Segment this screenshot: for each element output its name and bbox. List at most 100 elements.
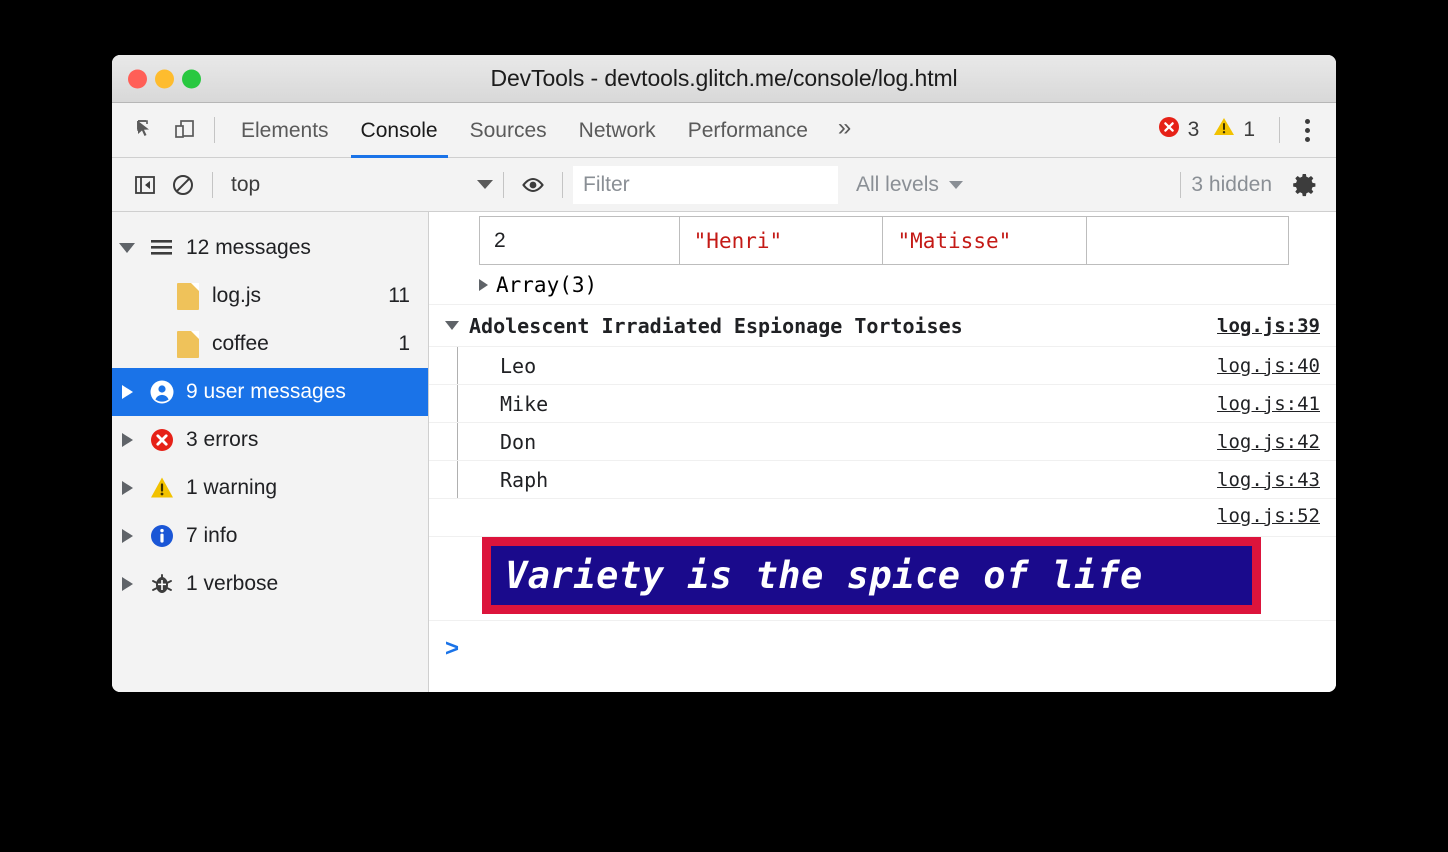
file-icon <box>168 331 208 358</box>
close-window-button[interactable] <box>128 69 147 88</box>
console-message-text: Leo <box>500 354 536 378</box>
console-message-text: Don <box>500 430 536 454</box>
sidebar-item-label: 12 messages <box>182 236 410 260</box>
sidebar-item-label: 7 info <box>182 524 410 548</box>
chevron-right-icon[interactable] <box>112 433 142 447</box>
gear-icon[interactable] <box>1286 166 1324 204</box>
chevron-right-icon[interactable] <box>112 481 142 495</box>
group-guide-line <box>457 461 458 498</box>
console-toolbar-divider-1 <box>212 172 213 198</box>
source-link[interactable]: log.js:52 <box>1217 505 1320 527</box>
chevron-right-icon[interactable] <box>112 385 142 399</box>
sidebar-item-errors[interactable]: 3 errors <box>112 416 428 464</box>
log-levels-selector[interactable]: All levels <box>838 173 981 197</box>
console-split: 12 messages log.js 11 coffee 1 <box>112 212 1336 692</box>
source-link[interactable]: log.js:41 <box>1217 393 1320 415</box>
error-icon <box>142 426 182 454</box>
chevron-down-icon[interactable] <box>112 243 142 253</box>
console-table-wrapper: 2 "Henri" "Matisse" <box>429 216 1336 265</box>
inspect-element-icon[interactable] <box>128 111 166 149</box>
sidebar-item-info[interactable]: 7 info <box>112 512 428 560</box>
group-guide-line <box>457 423 458 460</box>
window-title: DevTools - devtools.glitch.me/console/lo… <box>112 65 1336 92</box>
tab-sources[interactable]: Sources <box>454 103 563 158</box>
sidebar-item-label: log.js <box>208 284 388 308</box>
styled-message-link-row: log.js:52 <box>429 499 1336 537</box>
console-toolbar-divider-2 <box>503 172 504 198</box>
tab-elements[interactable]: Elements <box>225 103 345 158</box>
info-icon <box>142 522 182 550</box>
devtools-tabbar: Elements Console Sources Network Perform… <box>112 103 1336 158</box>
source-link[interactable]: log.js:42 <box>1217 431 1320 453</box>
status-divider <box>1279 117 1280 143</box>
group-guide-line <box>457 385 458 422</box>
warning-icon <box>1212 115 1236 145</box>
list-icon <box>142 238 182 258</box>
array-expander-row[interactable]: Array(3) <box>429 265 1336 305</box>
device-toolbar-icon[interactable] <box>166 111 204 149</box>
show-console-sidebar-icon[interactable] <box>126 166 164 204</box>
minimize-window-button[interactable] <box>155 69 174 88</box>
live-expression-icon[interactable] <box>514 166 552 204</box>
sidebar-item-user-messages[interactable]: 9 user messages <box>112 368 428 416</box>
chevron-right-icon[interactable] <box>112 577 142 591</box>
table-row: 2 "Henri" "Matisse" <box>480 217 1289 265</box>
error-count: 3 <box>1188 118 1200 142</box>
sidebar-item-label: 1 verbose <box>182 572 410 596</box>
sidebar-item-coffee[interactable]: coffee 1 <box>112 320 428 368</box>
devtools-window: DevTools - devtools.glitch.me/console/lo… <box>112 55 1336 692</box>
sidebar-item-label: 1 warning <box>182 476 410 500</box>
tab-console[interactable]: Console <box>345 103 454 158</box>
console-group-header[interactable]: Adolescent Irradiated Espionage Tortoise… <box>429 305 1336 347</box>
execution-context-label: top <box>231 173 477 197</box>
console-toolbar: top All levels 3 hidden <box>112 158 1336 212</box>
chevron-down-icon <box>949 181 963 189</box>
chevron-down-icon[interactable] <box>445 321 459 330</box>
tabbar-divider <box>214 117 215 143</box>
console-message-row: Raph log.js:43 <box>429 461 1336 499</box>
log-levels-label: All levels <box>856 173 939 197</box>
sidebar-item-warnings[interactable]: 1 warning <box>112 464 428 512</box>
console-sidebar: 12 messages log.js 11 coffee 1 <box>112 212 429 692</box>
console-prompt-row[interactable]: > <box>429 621 1336 687</box>
sidebar-item-verbose[interactable]: 1 verbose <box>112 560 428 608</box>
source-link[interactable]: log.js:39 <box>1217 315 1320 337</box>
sidebar-item-label: 9 user messages <box>182 380 410 404</box>
table-cell-index: 2 <box>480 217 680 265</box>
sidebar-item-label: coffee <box>208 332 398 356</box>
array-label: Array(3) <box>496 273 597 297</box>
chevron-right-icon[interactable] <box>112 529 142 543</box>
warning-count: 1 <box>1243 118 1255 142</box>
console-message-row: Leo log.js:40 <box>429 347 1336 385</box>
prompt-chevron-icon: > <box>445 635 459 663</box>
styled-message-text: Variety is the spice of life <box>482 537 1261 614</box>
hidden-messages-count: 3 hidden <box>1191 173 1286 197</box>
bug-icon <box>142 570 182 598</box>
traffic-lights <box>128 69 201 88</box>
tab-performance[interactable]: Performance <box>672 103 824 158</box>
clear-console-icon[interactable] <box>164 166 202 204</box>
kebab-menu-icon[interactable] <box>1290 111 1324 149</box>
console-message-row: Don log.js:42 <box>429 423 1336 461</box>
sidebar-item-log-js[interactable]: log.js 11 <box>112 272 428 320</box>
status-counts[interactable]: 3 1 <box>1157 115 1269 145</box>
tab-network[interactable]: Network <box>563 103 672 158</box>
filter-input[interactable] <box>573 166 838 204</box>
execution-context-selector[interactable]: top <box>223 173 493 197</box>
table-cell-empty <box>1087 217 1289 265</box>
chevron-right-icon[interactable] <box>479 279 488 291</box>
sidebar-item-count: 1 <box>398 332 410 356</box>
table-cell-first-name: "Henri" <box>679 217 883 265</box>
source-link[interactable]: log.js:43 <box>1217 469 1320 491</box>
window-titlebar: DevTools - devtools.glitch.me/console/lo… <box>112 55 1336 103</box>
styled-message-row: Variety is the spice of life <box>429 537 1336 621</box>
sidebar-item-all-messages[interactable]: 12 messages <box>112 224 428 272</box>
console-message-row: Mike log.js:41 <box>429 385 1336 423</box>
console-toolbar-divider-4 <box>1180 172 1181 198</box>
more-tabs-button[interactable]: » <box>824 103 865 158</box>
table-cell-last-name: "Matisse" <box>883 217 1087 265</box>
console-output: 2 "Henri" "Matisse" Array(3) Adolescent … <box>429 212 1336 692</box>
sidebar-item-label: 3 errors <box>182 428 410 452</box>
source-link[interactable]: log.js:40 <box>1217 355 1320 377</box>
maximize-window-button[interactable] <box>182 69 201 88</box>
